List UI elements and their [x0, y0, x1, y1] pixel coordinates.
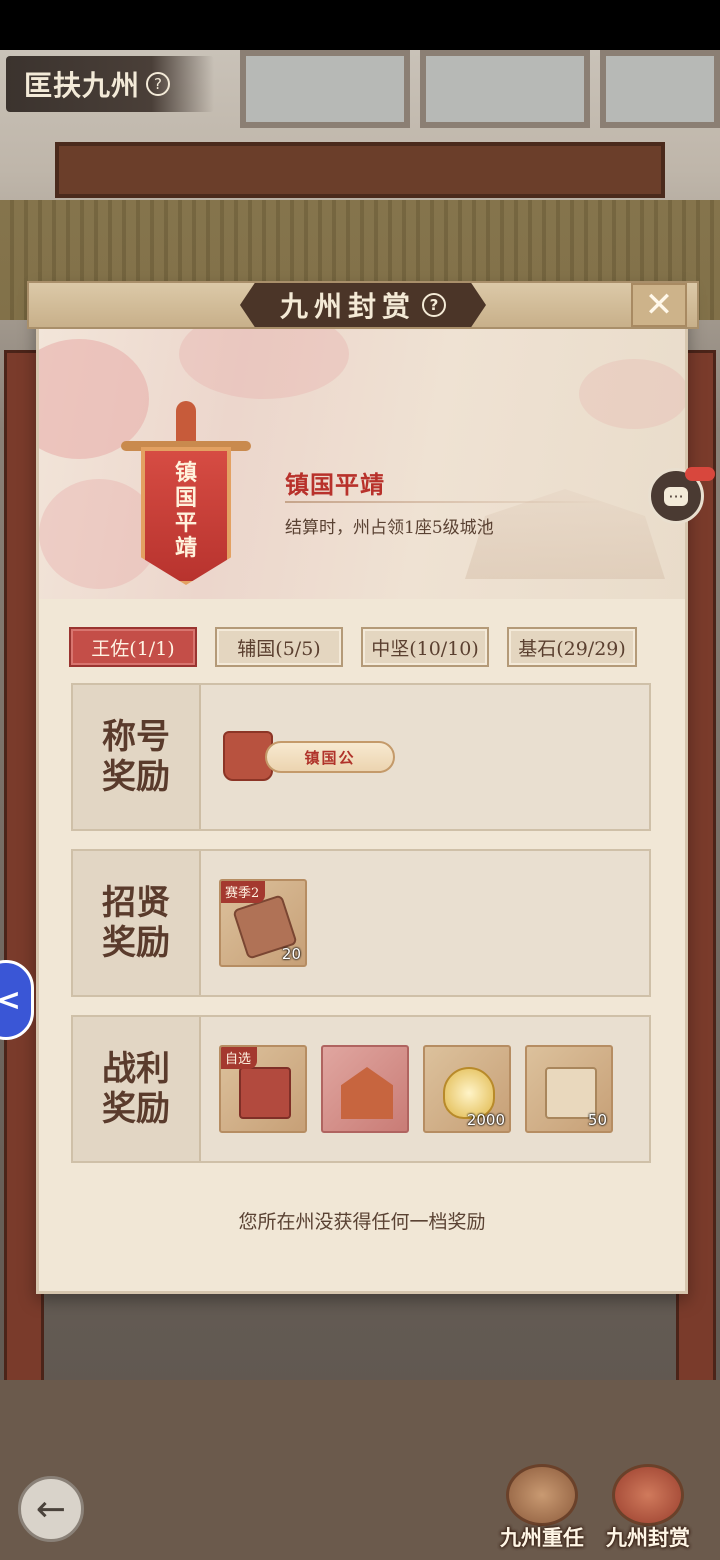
nav-reward-label: 九州封赏 [606, 1525, 690, 1550]
tab-zhongjian[interactable]: 中坚(10/10) [361, 627, 489, 667]
item-tag: 自选 [221, 1047, 258, 1069]
recruit-reward-label: 招贤奖励 [102, 883, 170, 963]
title-reward-section: 称号奖励 镇国公 [71, 683, 651, 831]
section-label: 战利奖励 [73, 1017, 201, 1161]
recruit-reward-section: 招贤奖励 赛季2 20 [71, 849, 651, 997]
tier-tabs: 王佐(1/1) 辅国(5/5) 中坚(10/10) 基石(29/29) [69, 627, 669, 669]
dialog-title: 九州封赏 [279, 290, 416, 323]
screen-help-icon[interactable]: ? [146, 72, 171, 96]
screen-title-banner: 匡扶九州 ? [6, 56, 214, 112]
background-window [600, 50, 720, 128]
achievement-name: 镇国平靖 [285, 470, 385, 499]
screen-title: 匡扶九州 [24, 69, 141, 102]
blossom-decoration [579, 359, 685, 429]
palace-chest-icon [341, 1067, 393, 1119]
section-label: 招贤奖励 [73, 851, 201, 995]
spoils-reward-section: 战利奖励 自选 2000 50 [71, 1015, 651, 1163]
selectable-chest-icon [239, 1067, 291, 1119]
reward-item-palace-chest[interactable] [321, 1045, 409, 1133]
reward-item-gold-ingot[interactable]: 2000 [423, 1045, 511, 1133]
background-window [420, 50, 590, 128]
tab-jishi[interactable]: 基石(29/29) [507, 627, 637, 667]
nav-mission-label: 九州重任 [500, 1525, 584, 1550]
achievement-description: 结算时，州占领1座5级城池 [285, 518, 494, 538]
background-beam [55, 142, 665, 198]
achievement-banner: 镇国平靖 镇国平靖 结算时，州占领1座5级城池 [39, 329, 685, 599]
achievement-divider [285, 501, 605, 503]
close-button[interactable]: ✕ [631, 283, 687, 327]
chat-button[interactable]: ··· [648, 467, 715, 524]
item-count: 50 [587, 1111, 607, 1129]
dialog-header: 九州封赏 ? [27, 281, 699, 329]
blossom-decoration [179, 329, 349, 399]
chat-dots-icon: ··· [664, 486, 688, 506]
back-button[interactable]: ← [18, 1476, 84, 1542]
chat-badge [685, 467, 715, 481]
tab-wangzuo[interactable]: 王佐(1/1) [69, 627, 197, 667]
emblem-finial [176, 401, 196, 445]
title-reward-label: 称号奖励 [102, 717, 170, 797]
emblem-text: 镇国平靖 [174, 460, 197, 561]
nav-reward-button[interactable]: 九州封赏 [598, 1460, 698, 1556]
reward-item-token[interactable]: 赛季2 20 [219, 879, 307, 967]
status-bar [0, 0, 720, 50]
nav-mission-button[interactable]: 九州重任 [492, 1460, 592, 1556]
achievement-emblem: 镇国平靖 [121, 399, 251, 589]
spoils-reward-label: 战利奖励 [102, 1049, 170, 1129]
item-count: 2000 [466, 1111, 505, 1129]
item-count: 20 [281, 945, 301, 963]
side-drawer-tab[interactable]: < [0, 960, 34, 1040]
dialog-help-icon[interactable]: ? [422, 293, 446, 317]
section-label: 称号奖励 [73, 685, 201, 829]
reward-item-scroll-pack[interactable]: 50 [525, 1045, 613, 1133]
reward-chest-icon [612, 1464, 684, 1526]
tab-fuguo[interactable]: 辅国(5/5) [215, 627, 343, 667]
dialog-title-plate: 九州封赏 ? [239, 283, 486, 327]
reward-status-note: 您所在州没获得任何一档奖励 [238, 1211, 486, 1233]
reward-dialog: 九州封赏 ? ✕ 镇国平靖 镇国平靖 结算时，州占领1座5级城池 王佐(1/1)… [27, 281, 699, 1294]
item-tag: 赛季2 [221, 881, 266, 903]
title-plaque-text: 镇国公 [304, 748, 356, 767]
background-window [240, 50, 410, 128]
mission-icon [506, 1464, 578, 1526]
title-plaque[interactable]: 镇国公 [223, 731, 399, 781]
reward-item-selectable-chest[interactable]: 自选 [219, 1045, 307, 1133]
